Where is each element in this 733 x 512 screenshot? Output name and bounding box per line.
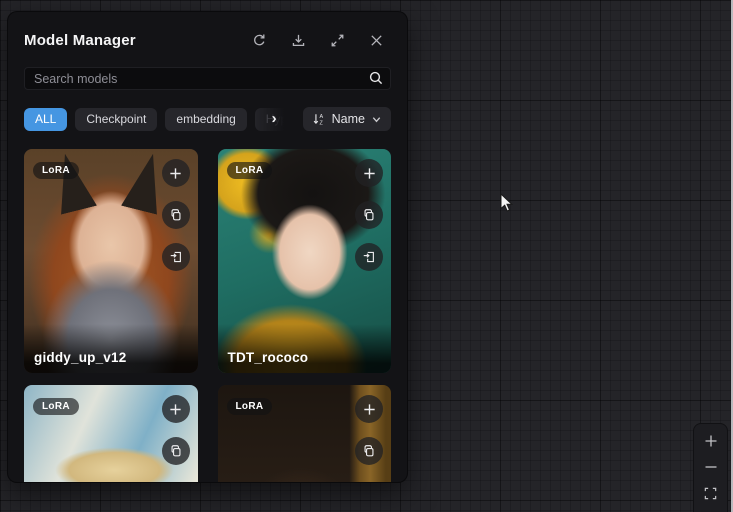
- filter-chips-scroller[interactable]: ALL Checkpoint embedding Hype ›: [24, 107, 295, 131]
- filter-row: ALL Checkpoint embedding Hype › A Z Name: [24, 107, 391, 131]
- model-type-badge: LoRA: [227, 162, 273, 179]
- plus-icon: [703, 433, 719, 449]
- thumbnail-detail: [44, 149, 101, 215]
- filter-chip-all[interactable]: ALL: [24, 108, 67, 131]
- add-model-button[interactable]: [355, 395, 383, 423]
- minus-icon: [703, 459, 719, 475]
- workflow-canvas[interactable]: { "panel": { "title": "Model Manager", "…: [0, 0, 733, 512]
- download-button[interactable]: [289, 31, 307, 49]
- model-card-grid: LoRA giddy_up_v12: [24, 149, 391, 482]
- svg-text:A: A: [319, 114, 323, 120]
- import-icon: [169, 250, 183, 264]
- zoom-out-button[interactable]: [697, 454, 725, 480]
- card-actions: [162, 159, 190, 271]
- plus-icon: [168, 166, 183, 181]
- plus-icon: [362, 402, 377, 417]
- canvas-zoom-toolbar: [694, 424, 727, 512]
- plus-icon: [168, 402, 183, 417]
- chips-scroll-right-indicator[interactable]: ›: [272, 109, 277, 129]
- import-model-button[interactable]: [162, 243, 190, 271]
- copy-icon: [169, 444, 183, 458]
- chevron-down-icon: [371, 114, 382, 125]
- model-name: giddy_up_v12: [24, 324, 198, 373]
- panel-header: Model Manager: [24, 28, 391, 52]
- filter-chip-checkpoint[interactable]: Checkpoint: [75, 108, 157, 131]
- model-card[interactable]: LoRA TDT_rococo: [218, 149, 392, 373]
- sort-label: Name: [332, 112, 365, 126]
- fit-view-icon: [703, 486, 718, 501]
- download-icon: [291, 33, 306, 48]
- card-actions: [355, 395, 383, 465]
- add-model-button[interactable]: [162, 395, 190, 423]
- copy-model-button[interactable]: [162, 201, 190, 229]
- maximize-icon: [330, 33, 345, 48]
- refresh-button[interactable]: [250, 31, 268, 49]
- copy-model-button[interactable]: [162, 437, 190, 465]
- close-button[interactable]: [367, 31, 385, 49]
- copy-icon: [362, 208, 376, 222]
- import-model-button[interactable]: [355, 243, 383, 271]
- mouse-cursor: [500, 193, 515, 214]
- model-type-badge: LoRA: [227, 398, 273, 415]
- panel-header-actions: [250, 31, 391, 49]
- card-actions: [162, 395, 190, 465]
- copy-model-button[interactable]: [355, 201, 383, 229]
- model-name: TDT_rococo: [218, 324, 392, 373]
- copy-model-button[interactable]: [355, 437, 383, 465]
- copy-icon: [362, 444, 376, 458]
- filter-chip-embedding[interactable]: embedding: [165, 108, 246, 131]
- model-manager-panel: Model Manager: [8, 12, 407, 482]
- model-type-badge: LoRA: [33, 162, 79, 179]
- sort-dropdown[interactable]: A Z Name: [303, 107, 391, 131]
- card-actions: [355, 159, 383, 271]
- zoom-in-button[interactable]: [697, 428, 725, 454]
- maximize-button[interactable]: [328, 31, 346, 49]
- search-icon: [368, 70, 384, 86]
- model-card[interactable]: LoRA: [218, 385, 392, 482]
- add-model-button[interactable]: [162, 159, 190, 187]
- svg-text:Z: Z: [319, 120, 323, 126]
- model-card[interactable]: LoRA giddy_up_v12: [24, 149, 198, 373]
- fit-view-button[interactable]: [697, 480, 725, 506]
- plus-icon: [362, 166, 377, 181]
- refresh-icon: [252, 33, 267, 48]
- close-icon: [369, 33, 384, 48]
- import-icon: [362, 250, 376, 264]
- copy-icon: [169, 208, 183, 222]
- add-model-button[interactable]: [355, 159, 383, 187]
- model-type-badge: LoRA: [33, 398, 79, 415]
- search-bar: [24, 67, 391, 90]
- panel-title: Model Manager: [24, 32, 136, 49]
- model-card[interactable]: LoRA: [24, 385, 198, 482]
- search-input[interactable]: [24, 67, 391, 90]
- sort-icon: A Z: [312, 112, 326, 126]
- toolbar-extra-button[interactable]: [697, 506, 725, 512]
